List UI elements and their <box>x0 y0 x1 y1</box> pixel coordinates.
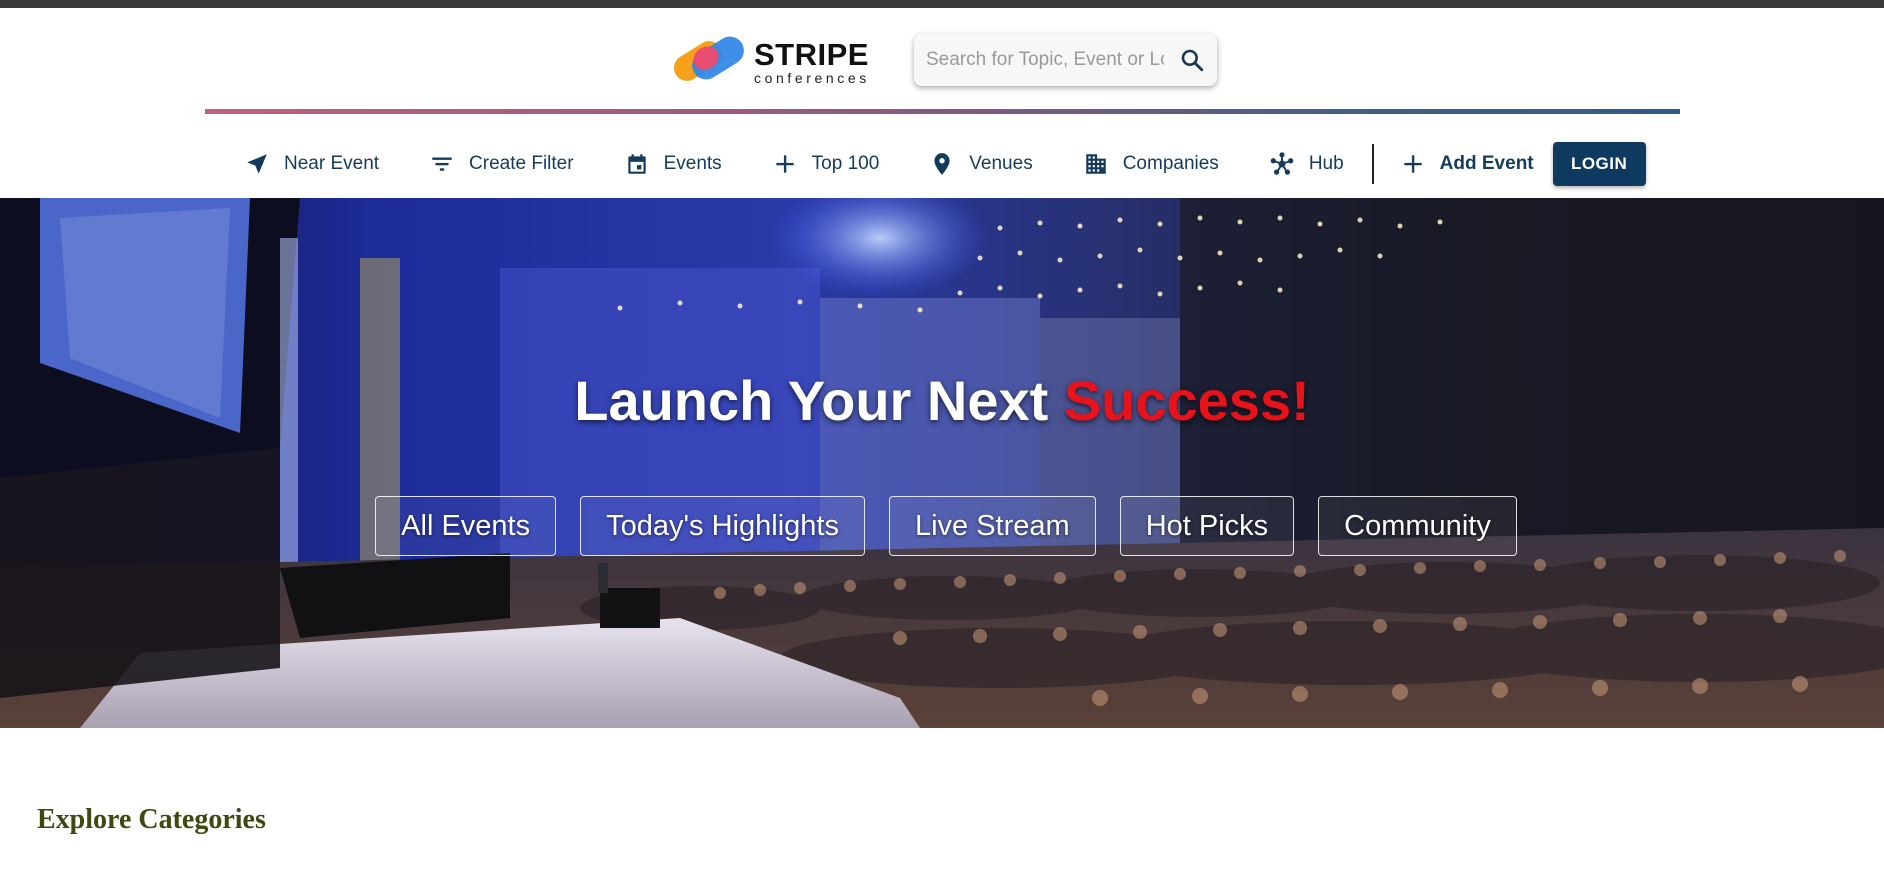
building-icon <box>1085 154 1106 174</box>
hero-title-accent: Success! <box>1063 369 1310 432</box>
filter-icon <box>432 157 452 171</box>
search-input[interactable] <box>926 49 1164 71</box>
explore-categories-heading: Explore Categories <box>37 804 266 835</box>
nav-near-event[interactable]: Near Event <box>244 138 379 190</box>
main-nav: Near Event Create Filter Events Top 100 … <box>244 138 1646 190</box>
pill-hot-picks[interactable]: Hot Picks <box>1119 496 1295 556</box>
brand-logo[interactable]: STRIPE conferences <box>670 32 882 92</box>
pill-all-events[interactable]: All Events <box>375 496 557 556</box>
login-button[interactable]: LOGIN <box>1552 142 1646 186</box>
hero-background-image <box>0 198 1884 728</box>
nav-venues-label: Venues <box>969 153 1033 174</box>
calendar-icon <box>627 154 646 174</box>
nav-top-100-label: Top 100 <box>811 153 880 174</box>
nav-separator <box>1371 144 1374 184</box>
hero-title: Launch Your Next Success! <box>0 368 1884 433</box>
plus-icon <box>776 155 794 173</box>
logo-mark-icon <box>673 36 744 81</box>
nav-venues[interactable]: Venues <box>929 138 1033 190</box>
header-divider <box>205 109 1680 114</box>
nav-near-event-label: Near Event <box>284 153 380 174</box>
top-border <box>0 0 1884 8</box>
nav-events-label: Events <box>663 153 722 174</box>
nav-top-100[interactable]: Top 100 <box>772 138 880 190</box>
add-event-label: Add Event <box>1439 153 1534 174</box>
brand-name: STRIPE <box>754 37 869 72</box>
nav-hub-label: Hub <box>1308 153 1344 174</box>
pill-todays-highlights[interactable]: Today's Highlights <box>580 496 865 556</box>
location-pin-icon <box>934 153 950 175</box>
site-header: STRIPE conferences Near Event Create Fil… <box>0 8 1884 198</box>
hero-pill-row: All Events Today's Highlights Live Strea… <box>0 496 1884 556</box>
pill-community[interactable]: Community <box>1318 496 1517 556</box>
hero-title-main: Launch Your Next <box>574 369 1064 432</box>
brand-tagline: conferences <box>754 70 870 86</box>
hero-banner: Launch Your Next Success! All Events Tod… <box>0 198 1884 728</box>
nav-create-filter[interactable]: Create Filter <box>429 138 574 190</box>
nav-events[interactable]: Events <box>624 138 722 190</box>
nav-create-filter-label: Create Filter <box>469 153 574 174</box>
nav-companies[interactable]: Companies <box>1083 138 1219 190</box>
nav-hub[interactable]: Hub <box>1269 138 1344 190</box>
search-icon[interactable] <box>1179 47 1205 73</box>
search-box <box>914 34 1217 86</box>
pill-live-stream[interactable]: Live Stream <box>888 496 1096 556</box>
add-event-button[interactable]: Add Event <box>1400 138 1534 190</box>
nav-companies-label: Companies <box>1122 153 1219 174</box>
hub-icon <box>1270 152 1294 175</box>
plus-icon <box>1404 155 1422 173</box>
navigation-arrow-icon <box>247 154 267 174</box>
